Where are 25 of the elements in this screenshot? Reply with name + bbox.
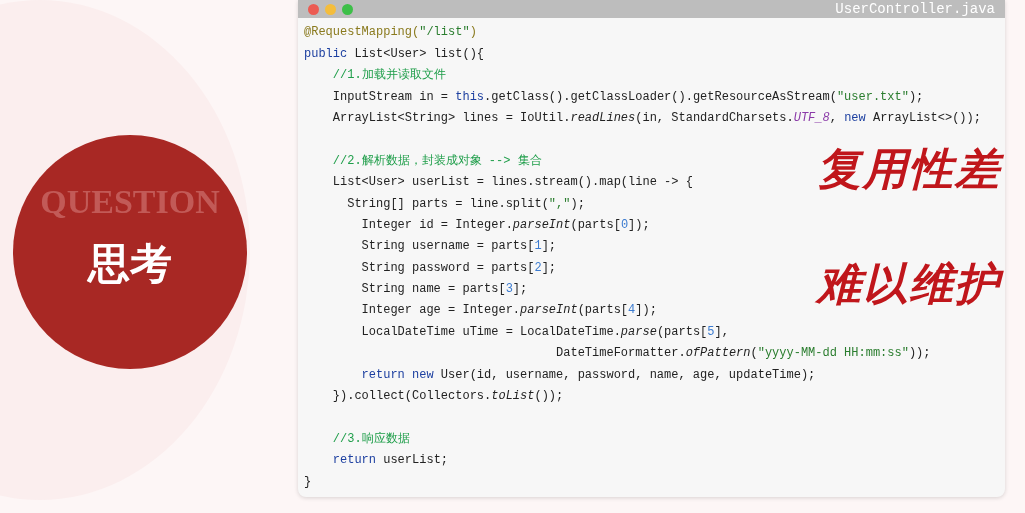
code-line: return new User(id, username, password, name, age, updateTime);: [360, 366, 816, 384]
code-line: String name = parts[3];: [360, 281, 528, 299]
code-line: //2.解析数据，封装成对象 --> 集合: [331, 152, 542, 170]
code-line: InputStream in = this.getClass().getClassLoader().getResourceAsStream("user.txt");: [331, 88, 924, 106]
code-line: }).collect(Collectors.toList());: [331, 388, 564, 406]
code-line: //1.加载并读取文件: [331, 67, 446, 85]
code-line: }: [304, 473, 312, 491]
badge-title: 思考: [88, 237, 172, 290]
code-line: Integer age = Integer.parseInt(parts[4]);: [360, 302, 657, 320]
code-line: return userList;: [331, 452, 449, 470]
window-control-icon[interactable]: [308, 3, 319, 15]
code-line: //3.响应数据: [331, 430, 410, 448]
code-line: String[] parts = line.split(",");: [346, 195, 585, 213]
window-control-icon[interactable]: [342, 3, 353, 15]
code-line: @RequestMapping("/list"): [304, 24, 477, 42]
file-name: UserController.java: [835, 1, 995, 18]
window-control-icon[interactable]: [325, 3, 336, 15]
code-line: LocalDateTime uTime = LocalDateTime.parse(parts[5],: [360, 323, 729, 341]
code-line: ArrayList<String> lines = IoUtil.readLines(in, StandardCharsets.UTF_8, new ArrayList<>());: [331, 109, 981, 127]
code-line: Integer id = Integer.parseInt(parts[0]);: [360, 216, 650, 234]
code-line: String password = parts[2];: [360, 259, 557, 277]
code-line: DateTimeFormatter.ofPattern("yyyy-MM-dd HH:mm:ss"));: [555, 345, 931, 363]
code-line: String username = parts[1];: [360, 238, 557, 256]
code-line: List<User> userList = lines.stream().map(line -> {: [331, 174, 693, 192]
code-line: public List<User> list(){: [304, 45, 485, 63]
